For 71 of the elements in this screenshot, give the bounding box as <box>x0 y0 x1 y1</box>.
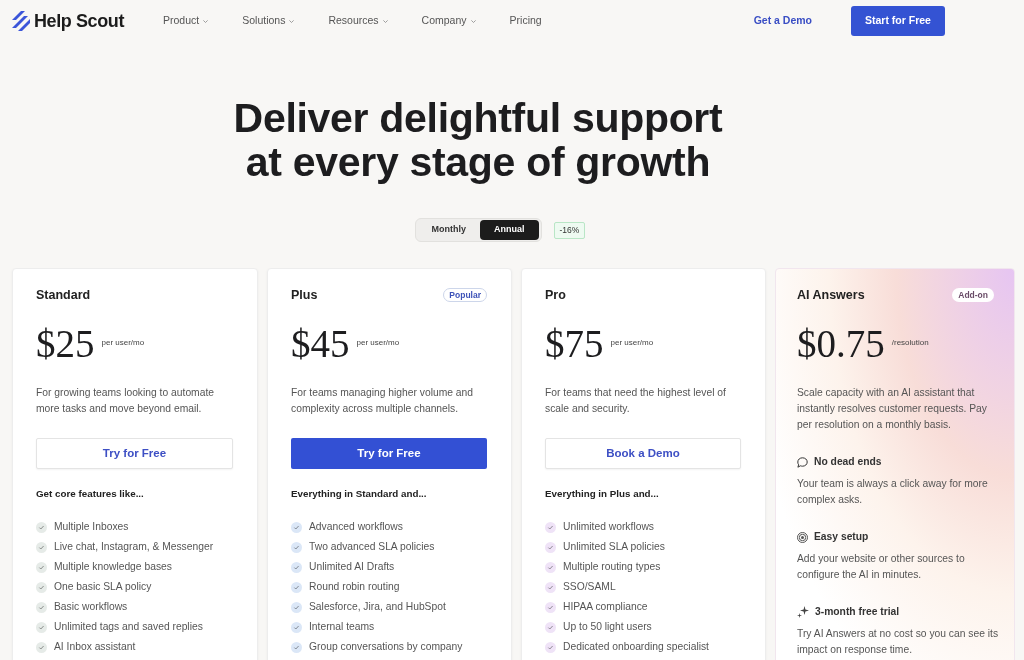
plan-price: $75 <box>545 324 604 364</box>
plan-badge: Popular <box>443 288 487 302</box>
feature-text: Multiple routing types <box>563 560 661 575</box>
nav-menu-item[interactable]: Resources <box>328 13 388 29</box>
plan-name: AI Answers <box>797 286 865 304</box>
plan-cta-button[interactable]: Try for Free <box>36 438 233 469</box>
feature-text: Advanced workflows <box>309 520 403 535</box>
chat-bubble-icon <box>797 456 808 468</box>
chevron-down-icon <box>203 19 209 23</box>
chevron-down-icon <box>470 19 476 23</box>
plan-name: Pro <box>545 286 566 304</box>
plan-cta-button[interactable]: Try for Free <box>291 438 487 469</box>
plan-price: $25 <box>36 324 95 364</box>
plan-description: Scale capacity with an AI assistant that instantly resolves customer requests. Pay per resolution on a monthly basis. <box>797 386 988 432</box>
get-a-demo-link[interactable]: Get a Demo <box>753 13 812 29</box>
nav-menu-item[interactable]: Product <box>163 13 209 29</box>
plan-price: $45 <box>291 324 350 364</box>
target-icon <box>797 531 808 543</box>
feature-text: Internal teams <box>309 620 375 635</box>
price-unit: per user/mo <box>610 336 654 349</box>
plan-cta-button[interactable]: Book a Demo <box>545 438 741 469</box>
highlight-text: Try AI Answers at no cost so you can see its impact on response time. <box>797 627 1000 657</box>
start-for-free-button[interactable]: Start for Free <box>851 6 945 36</box>
plan-description: For growing teams looking to automate more tasks and move beyond email. <box>36 386 215 416</box>
feature-text: Multiple Inboxes <box>54 520 129 535</box>
feature-text: Unlimited SLA policies <box>563 540 665 555</box>
feature-text: Round robin routing <box>309 580 400 595</box>
feature-text: Two advanced SLA policies <box>309 540 435 555</box>
highlight-title: No dead ends <box>814 455 882 470</box>
feature-text: Unlimited tags and saved replies <box>54 620 203 635</box>
price-unit: per user/mo <box>101 336 145 349</box>
chevron-down-icon <box>382 19 388 23</box>
feature-text: Unlimited AI Drafts <box>309 560 395 575</box>
feature-text: Salesforce, Jira, and HubSpot <box>309 600 446 615</box>
feature-text: Unlimited workflows <box>563 520 654 535</box>
plan-name: Plus <box>291 286 318 304</box>
highlight-text: Add your website or other sources to configure the AI in minutes. <box>797 552 966 582</box>
billing-option-tab[interactable]: Annual <box>480 220 539 240</box>
nav-menu-item[interactable]: Pricing <box>509 13 542 29</box>
feature-text: SSO/SAML <box>563 580 616 595</box>
price-unit: /resolution <box>891 336 929 349</box>
logo-link[interactable]: Help Scout <box>12 7 124 35</box>
plan-description: For teams that need the highest level of scale and security. <box>545 386 727 416</box>
highlight-title: Easy setup <box>814 530 869 545</box>
nav-menu-item[interactable]: Solutions <box>242 13 295 29</box>
features-heading: Everything in Standard and... <box>291 487 428 501</box>
feature-text: Live chat, Instagram, & Messenger <box>54 540 214 555</box>
feature-text: AI Inbox assistant <box>54 640 136 655</box>
plan-price: $0.75 <box>797 324 885 364</box>
feature-text: HIPAA compliance <box>563 600 648 615</box>
feature-text: Basic workflows <box>54 600 128 615</box>
highlight-text: Your team is always a click away for more complex asks. <box>797 477 989 507</box>
feature-text: Dedicated onboarding specialist <box>563 640 709 655</box>
plan-badge: Add-on <box>952 288 994 302</box>
price-unit: per user/mo <box>356 336 400 349</box>
plan-description: For teams managing higher volume and complexity across multiple channels. <box>291 386 474 416</box>
features-heading: Everything in Plus and... <box>545 487 660 501</box>
feature-text: Up to 50 light users <box>563 620 652 635</box>
features-heading: Get core features like... <box>36 487 145 501</box>
highlight-title: 3-month free trial <box>815 605 900 620</box>
sparkle-icon <box>797 606 809 618</box>
nav-menu-item[interactable]: Company <box>421 13 476 29</box>
headline: Deliver delightful support at every stage of growth <box>232 96 724 184</box>
chevron-down-icon <box>289 19 295 23</box>
feature-text: Group conversations by company <box>309 640 463 655</box>
feature-text: One basic SLA policy <box>54 580 152 595</box>
discount-badge: -16% <box>553 221 586 239</box>
billing-option-tab[interactable]: Monthly <box>417 220 480 240</box>
logo-icon <box>12 11 31 31</box>
feature-text: Multiple knowledge bases <box>54 560 172 575</box>
plan-name: Standard <box>36 286 91 304</box>
